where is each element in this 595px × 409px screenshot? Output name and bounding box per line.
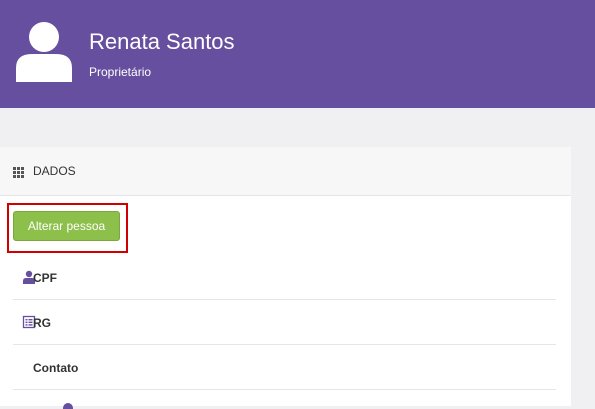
alter-person-button[interactable]: Alterar pessoa [13,211,120,241]
dados-panel: DADOS Alterar pessoa CPF RG Contato [0,147,571,409]
user-name: Renata Santos [89,29,235,54]
panel-header: DADOS [0,147,571,196]
user-avatar-icon [16,22,72,82]
row-cpf[interactable]: CPF [13,256,556,300]
profile-header: Renata Santos Proprietário [0,0,595,108]
row-contato[interactable]: Contato [13,346,556,390]
panel-title: DADOS [33,164,76,178]
row-label-contato: Contato [33,361,79,375]
user-role: Proprietário [89,65,152,79]
row-label-cpf: CPF [33,271,57,285]
row-label-rg: RG [33,316,51,330]
grid-icon [13,167,24,178]
partial-icon [63,403,73,409]
row-rg[interactable]: RG [13,301,556,345]
